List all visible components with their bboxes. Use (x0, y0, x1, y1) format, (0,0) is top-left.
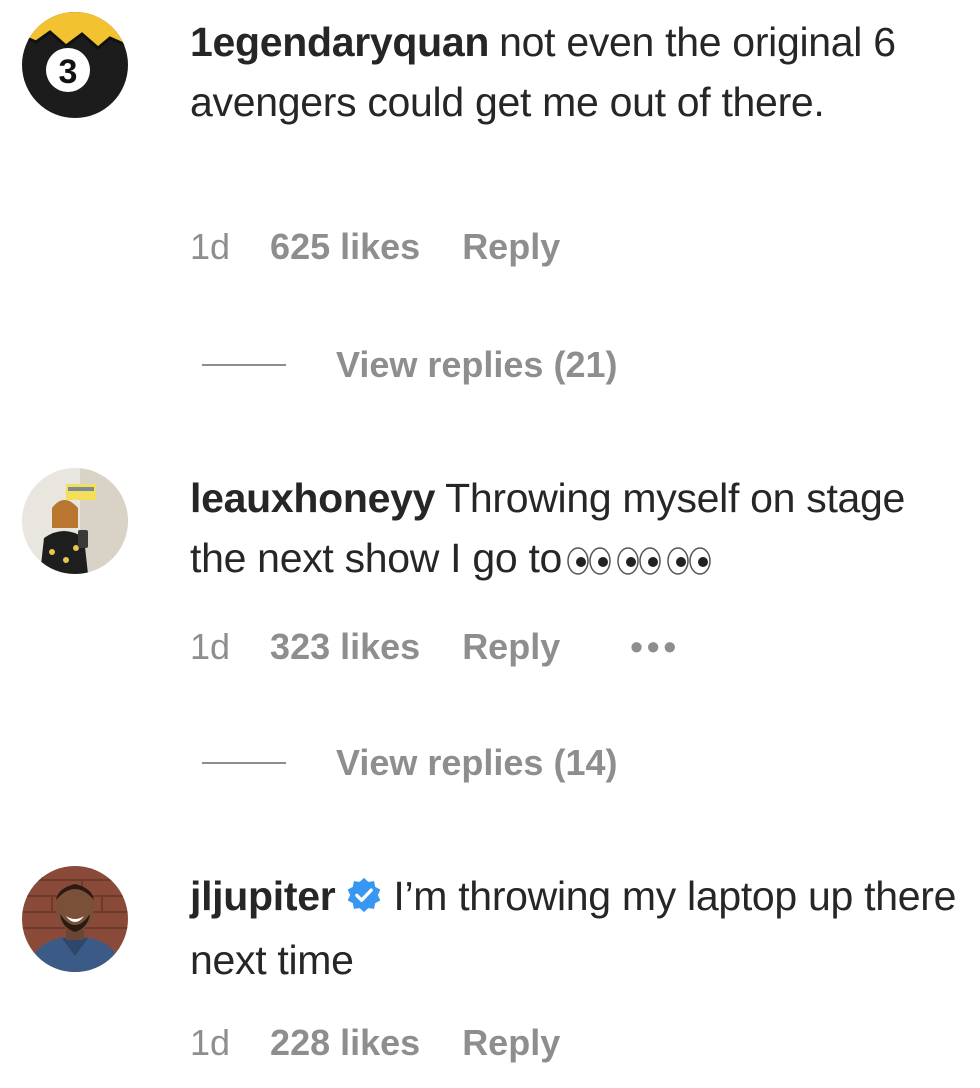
view-replies-label: View replies (14) (336, 742, 618, 783)
comment-text: jljupiter I’m throwing my laptop up ther… (190, 866, 960, 990)
eyes-emoji-icon (566, 532, 716, 592)
comment-timestamp: 1d (190, 626, 231, 667)
comment-text: 1egendaryquan not even the original 6 ave… (190, 12, 960, 132)
comment-username[interactable]: 1egendaryquan (190, 19, 489, 65)
view-replies-label: View replies (21) (336, 344, 618, 385)
user-avatar[interactable]: 3 (22, 12, 128, 118)
likes-count-button[interactable]: 228 likes (270, 1022, 420, 1064)
comment-username[interactable]: jljupiter (190, 873, 336, 919)
user-avatar[interactable] (22, 866, 128, 972)
comment-meta: 1d 323 likes Reply ••• (190, 626, 680, 668)
reply-button[interactable]: Reply (462, 626, 560, 668)
comment-text: leauxhoneyy Throwing myself on stage the … (190, 468, 960, 592)
reply-button[interactable]: Reply (462, 1022, 560, 1064)
comment-meta: 1d 228 likes Reply (190, 1022, 630, 1064)
user-avatar[interactable] (22, 468, 128, 574)
view-replies-button[interactable]: View replies (21) (202, 344, 617, 386)
likes-count-button[interactable]: 323 likes (270, 626, 420, 668)
comment-meta: 1d 625 likes Reply (190, 226, 630, 268)
mirror-selfie-avatar-icon (22, 468, 128, 574)
jersey-avatar-icon: 3 (22, 12, 128, 118)
comment-timestamp: 1d (190, 226, 231, 267)
comment-timestamp: 1d (190, 1022, 231, 1063)
view-replies-button[interactable]: View replies (14) (202, 742, 617, 784)
replies-divider-line (202, 762, 286, 764)
verified-badge-icon (345, 870, 383, 930)
reply-button[interactable]: Reply (462, 226, 560, 268)
likes-count-button[interactable]: 625 likes (270, 226, 420, 268)
smiling-man-avatar-icon (22, 866, 128, 972)
replies-divider-line (202, 364, 286, 366)
svg-text:3: 3 (59, 53, 78, 91)
more-options-icon[interactable]: ••• (630, 626, 680, 668)
comment-username[interactable]: leauxhoneyy (190, 475, 435, 521)
